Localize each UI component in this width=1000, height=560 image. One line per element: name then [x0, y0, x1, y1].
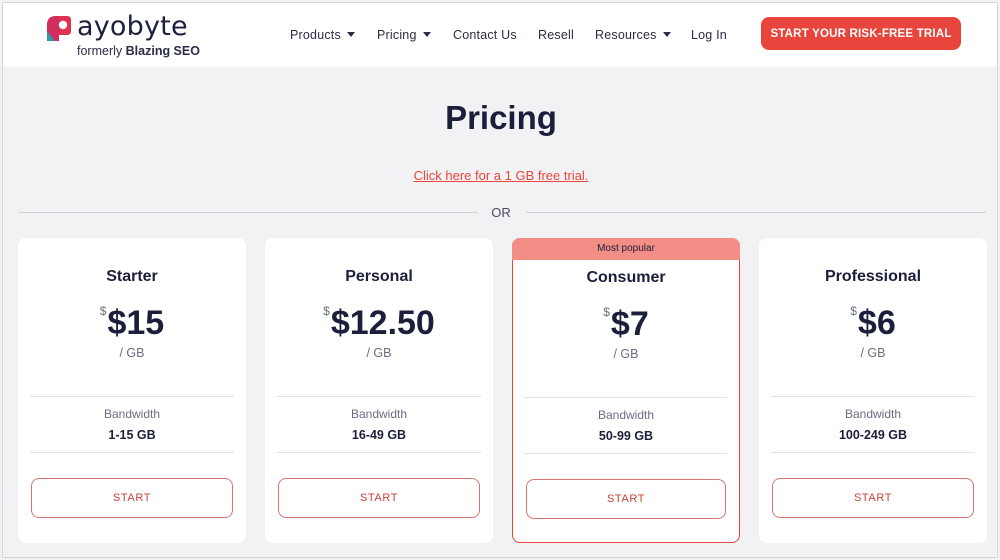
divider-left	[19, 212, 478, 213]
page-title: Pricing	[445, 99, 557, 136]
bandwidth-value: 100-249 GB	[838, 428, 908, 442]
plan-price: $7	[610, 305, 649, 343]
brand-subtitle-brand: Blazing SEO	[125, 44, 200, 58]
currency-symbol: $	[99, 304, 107, 318]
chevron-down-icon	[346, 32, 355, 37]
nav-label: Log In	[691, 28, 727, 42]
plan-price-row: $$7	[513, 305, 739, 344]
divider-right	[526, 212, 986, 213]
divider	[525, 453, 727, 454]
plan-price-row: $$12.50	[265, 304, 493, 343]
bandwidth-label: Bandwidth	[597, 408, 655, 422]
start-button-starter[interactable]: START	[31, 478, 233, 518]
bandwidth-value: 1-15 GB	[108, 428, 156, 442]
plan-price: $12.50	[330, 304, 435, 342]
nav-item-resources[interactable]: Resources	[595, 28, 671, 42]
start-button-personal[interactable]: START	[278, 478, 480, 518]
most-popular-badge: Most popular	[512, 238, 740, 260]
plan-name: Consumer	[586, 269, 666, 286]
nav-item-resell[interactable]: Resell	[538, 28, 574, 42]
price-unit: / GB	[613, 347, 639, 361]
plan-price-row: $$6	[759, 304, 987, 343]
nav-label: Resources	[595, 28, 657, 42]
nav-label: Products	[290, 28, 341, 42]
plan-name: Starter	[106, 268, 158, 285]
plan-price-row: $$15	[18, 304, 246, 343]
nav-label: Resell	[538, 28, 574, 42]
nav-item-pricing[interactable]: Pricing	[377, 28, 431, 42]
start-button-consumer[interactable]: START	[526, 479, 726, 519]
page-frame: ayobyte formerly Blazing SEO Products Pr…	[2, 2, 998, 558]
currency-symbol: $	[323, 304, 330, 318]
nav-item-log-in[interactable]: Log In	[691, 28, 727, 42]
free-trial-link[interactable]: Click here for a 1 GB free trial.	[3, 168, 997, 183]
plan-name: Professional	[824, 268, 922, 285]
divider	[771, 452, 975, 453]
plan-name: Personal	[345, 268, 413, 285]
logo-mark-icon	[47, 16, 71, 41]
bandwidth-label: Bandwidth	[103, 407, 161, 421]
divider	[771, 396, 975, 397]
plan-price: $15	[107, 304, 165, 342]
nav-item-contact-us[interactable]: Contact Us	[453, 28, 517, 42]
plan-price: $6	[857, 304, 896, 342]
plan-card-starter: Starter $$15 / GB Bandwidth 1-15 GB STAR…	[18, 238, 246, 543]
divider	[30, 452, 234, 453]
divider	[525, 397, 727, 398]
brand-subtitle: formerly Blazing SEO	[77, 44, 200, 58]
divider	[277, 396, 481, 397]
plan-card-professional: Professional $$6 / GB Bandwidth 100-249 …	[759, 238, 987, 543]
brand-logo[interactable]: ayobyte formerly Blazing SEO	[41, 11, 211, 61]
risk-free-trial-button[interactable]: START YOUR RISK-FREE TRIAL	[761, 17, 961, 50]
chevron-down-icon	[422, 32, 431, 37]
price-unit: / GB	[366, 346, 392, 360]
site-header: ayobyte formerly Blazing SEO Products Pr…	[3, 3, 997, 67]
start-button-professional[interactable]: START	[772, 478, 974, 518]
bandwidth-value: 16-49 GB	[351, 428, 407, 442]
price-unit: / GB	[860, 346, 886, 360]
price-unit: / GB	[119, 346, 145, 360]
currency-symbol: $	[603, 305, 610, 319]
nav-label: Contact Us	[453, 28, 517, 42]
brand-subtitle-prefix: formerly	[77, 44, 123, 58]
bandwidth-value: 50-99 GB	[598, 429, 654, 443]
bandwidth-label: Bandwidth	[350, 407, 408, 421]
divider	[277, 452, 481, 453]
brand-name: ayobyte	[77, 11, 188, 42]
nav-label: Pricing	[377, 28, 417, 42]
plan-card-personal: Personal $$12.50 / GB Bandwidth 16-49 GB…	[265, 238, 493, 543]
chevron-down-icon	[662, 32, 671, 37]
currency-symbol: $	[850, 304, 857, 318]
nav-item-products[interactable]: Products	[290, 28, 355, 42]
or-label: OR	[491, 205, 511, 220]
bandwidth-label: Bandwidth	[844, 407, 902, 421]
plan-card-consumer: Most popular Consumer $$7 / GB Bandwidth…	[512, 238, 740, 543]
divider	[30, 396, 234, 397]
